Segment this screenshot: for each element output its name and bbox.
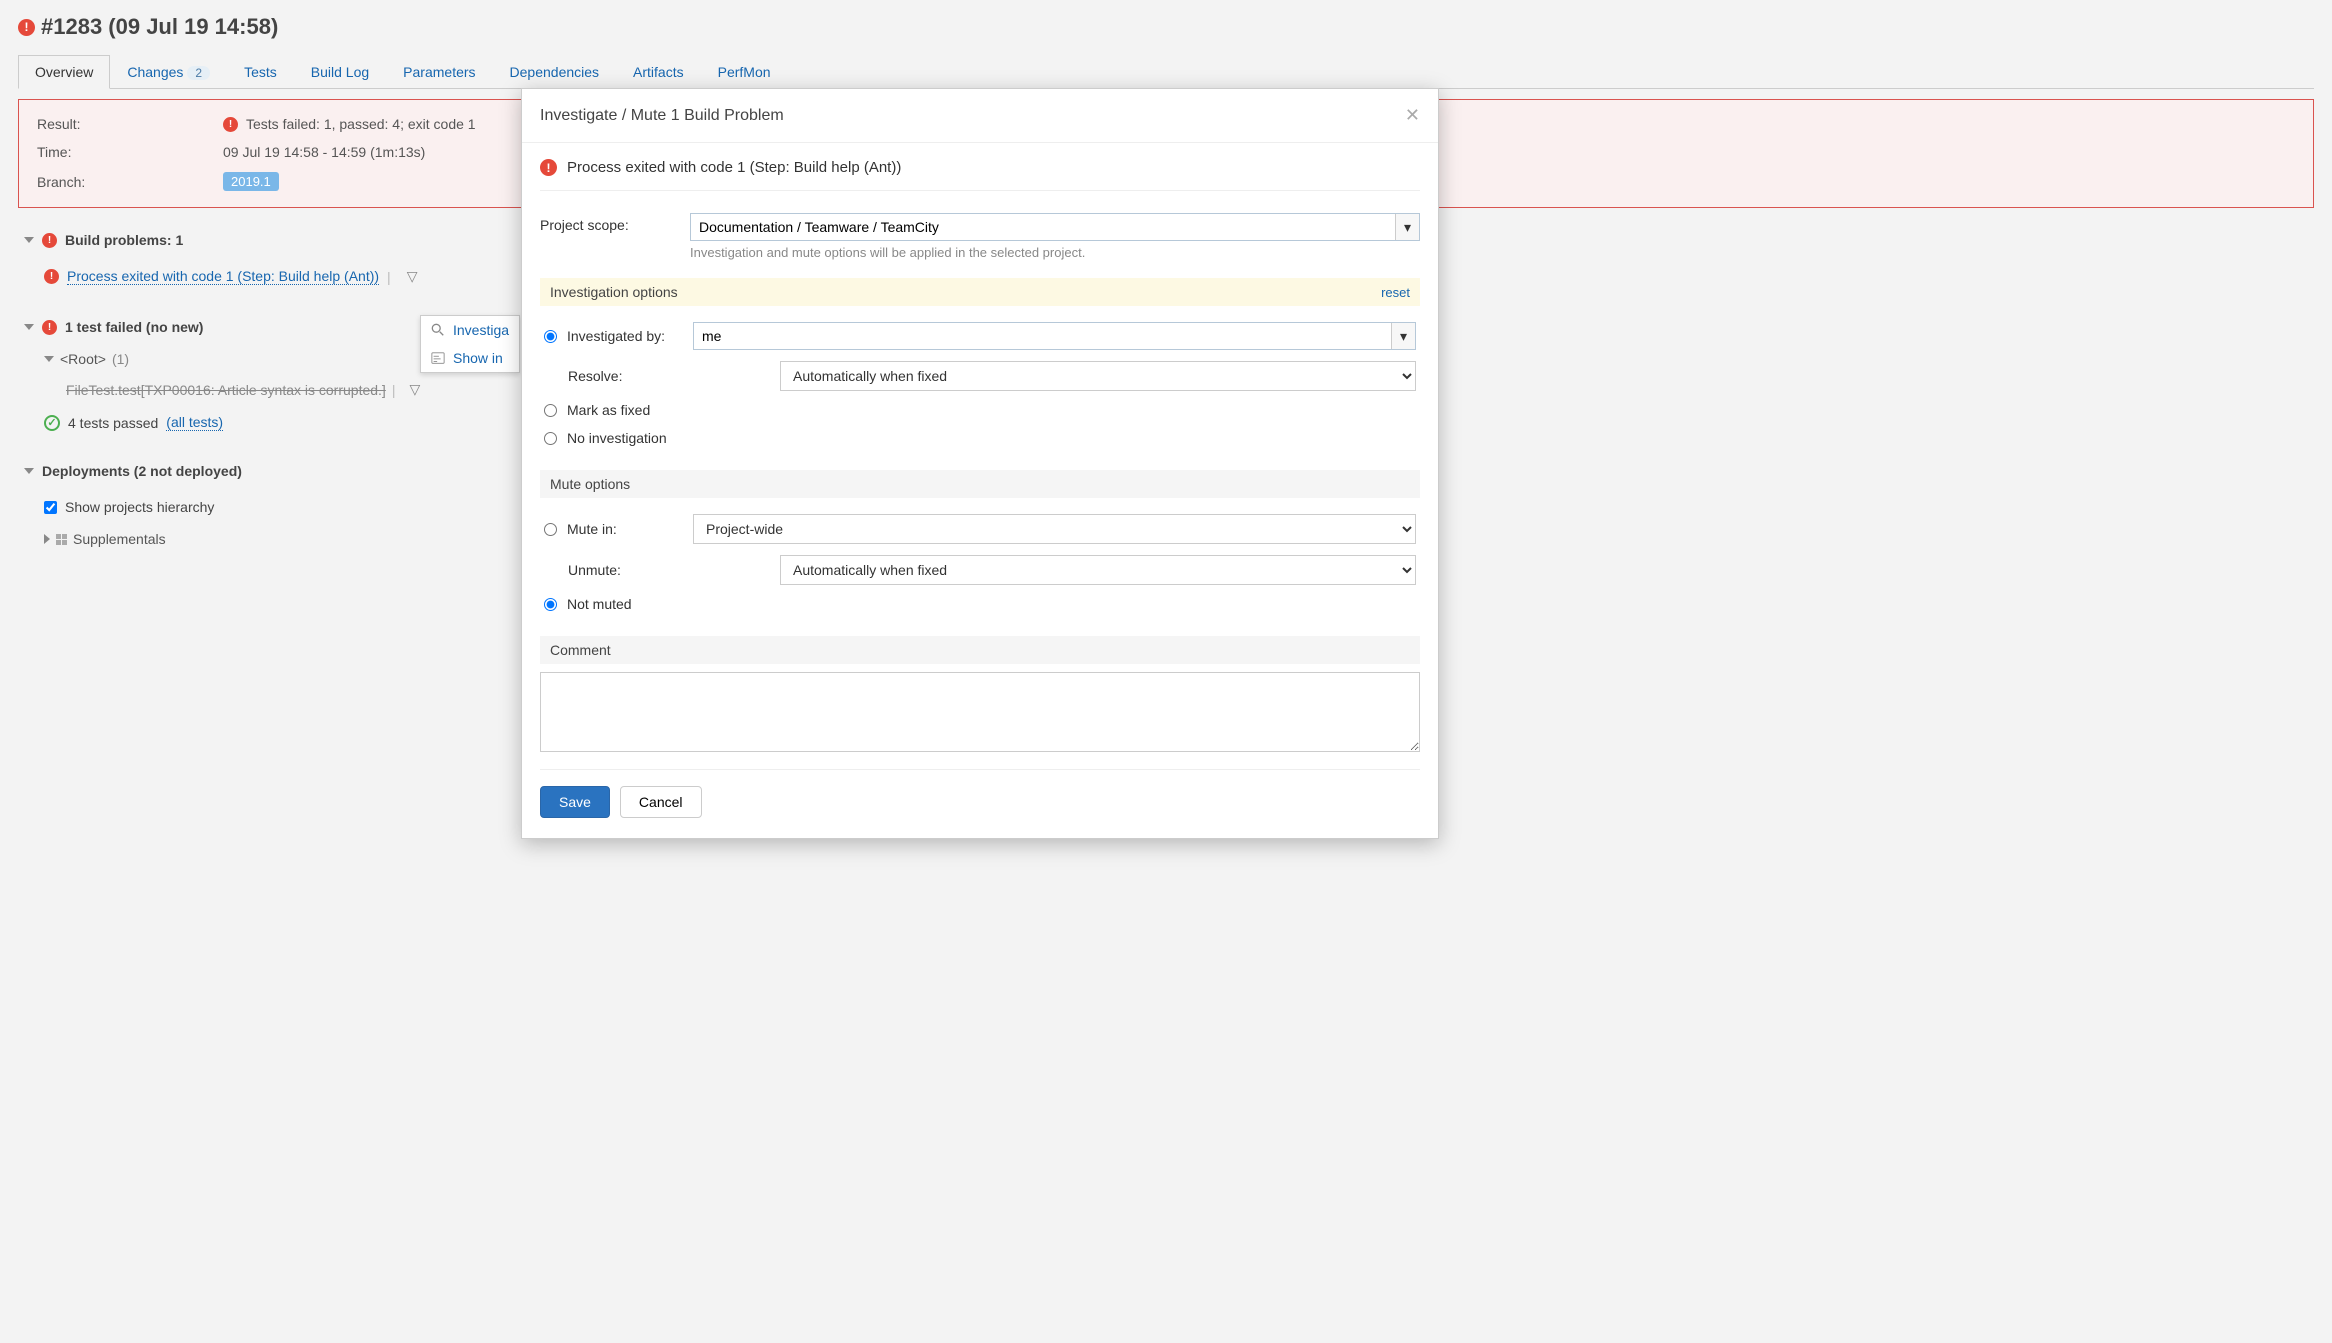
investigate-mute-dialog: Investigate / Mute 1 Build Problem ✕ ! P… xyxy=(521,88,1439,839)
error-icon: ! xyxy=(42,233,57,248)
build-title: ! #1283 (09 Jul 19 14:58) xyxy=(18,14,2314,40)
reset-link[interactable]: reset xyxy=(1381,285,1410,300)
caret-down-icon xyxy=(24,468,34,474)
caret-right-icon[interactable] xyxy=(44,534,50,544)
resolve-label: Resolve: xyxy=(568,368,694,384)
tab-artifacts[interactable]: Artifacts xyxy=(616,55,701,89)
comment-textarea[interactable] xyxy=(540,672,1420,752)
search-icon xyxy=(431,323,445,337)
caret-down-icon xyxy=(24,324,34,330)
not-muted-radio[interactable] xyxy=(544,598,557,611)
test-menu-toggle[interactable]: ▽ xyxy=(405,379,424,400)
project-scope-label: Project scope: xyxy=(540,213,690,233)
close-icon[interactable]: ✕ xyxy=(1405,105,1420,126)
error-icon: ! xyxy=(540,159,557,176)
chevron-down-icon[interactable]: ▾ xyxy=(1395,214,1419,240)
project-scope-select[interactable]: ▾ xyxy=(690,213,1420,241)
stacktrace-icon xyxy=(431,351,445,365)
all-tests-link[interactable]: (all tests) xyxy=(166,414,223,431)
tab-tests[interactable]: Tests xyxy=(227,55,294,89)
project-icon xyxy=(56,534,67,545)
resolve-select[interactable]: Automatically when fixed xyxy=(780,361,1416,391)
tab-build-log[interactable]: Build Log xyxy=(294,55,386,89)
tab-changes[interactable]: Changes2 xyxy=(110,55,227,89)
investigated-by-radio[interactable] xyxy=(544,330,557,343)
caret-down-icon xyxy=(24,237,34,243)
not-muted-label: Not muted xyxy=(567,596,632,612)
no-investigation-label: No investigation xyxy=(567,430,667,446)
dialog-problem-text: Process exited with code 1 (Step: Build … xyxy=(567,159,901,176)
root-count: (1) xyxy=(112,351,129,367)
time-value: 09 Jul 19 14:58 - 14:59 (1m:13s) xyxy=(223,144,425,160)
error-icon: ! xyxy=(44,269,59,284)
chevron-down-icon[interactable]: ▾ xyxy=(1391,323,1415,349)
tab-dependencies[interactable]: Dependencies xyxy=(493,55,617,89)
popup-investigate[interactable]: Investiga xyxy=(421,316,519,344)
error-icon: ! xyxy=(18,19,35,36)
build-problem-link[interactable]: Process exited with code 1 (Step: Build … xyxy=(67,268,379,285)
mute-options-header: Mute options xyxy=(540,470,1420,498)
tab-overview[interactable]: Overview xyxy=(18,55,110,89)
problem-menu-toggle[interactable]: ▽ xyxy=(403,266,422,287)
project-scope-hint: Investigation and mute options will be a… xyxy=(690,245,1420,260)
branch-label: Branch: xyxy=(37,174,223,190)
investigated-by-select[interactable]: ▾ xyxy=(693,322,1416,350)
error-icon: ! xyxy=(223,117,238,132)
tab-parameters[interactable]: Parameters xyxy=(386,55,492,89)
unmute-select[interactable]: Automatically when fixed xyxy=(780,555,1416,585)
cancel-button[interactable]: Cancel xyxy=(620,786,702,818)
caret-down-icon[interactable] xyxy=(44,356,54,362)
mute-in-label: Mute in: xyxy=(567,521,683,537)
problem-action-popup: Investiga Show in xyxy=(420,315,520,373)
check-icon: ✓ xyxy=(44,415,60,431)
unmute-label: Unmute: xyxy=(568,562,694,578)
tests-passed-text: 4 tests passed xyxy=(68,415,158,431)
mark-as-fixed-radio[interactable] xyxy=(544,404,557,417)
time-label: Time: xyxy=(37,144,223,160)
save-button[interactable]: Save xyxy=(540,786,610,818)
build-title-text: #1283 (09 Jul 19 14:58) xyxy=(41,14,278,40)
result-value: Tests failed: 1, passed: 4; exit code 1 xyxy=(246,116,476,132)
mute-in-radio[interactable] xyxy=(544,523,557,536)
popup-show-in[interactable]: Show in xyxy=(421,344,519,372)
error-icon: ! xyxy=(42,320,57,335)
failed-test-name[interactable]: FileTest.test[TXP00016: Article syntax i… xyxy=(66,382,386,398)
show-hierarchy-checkbox[interactable] xyxy=(44,501,57,514)
deployments-title: Deployments (2 not deployed) xyxy=(42,463,242,479)
tab-perfmon[interactable]: PerfMon xyxy=(701,55,788,89)
investigated-by-input[interactable] xyxy=(694,323,1391,349)
build-problems-title: Build problems: 1 xyxy=(65,232,183,248)
branch-chip[interactable]: 2019.1 xyxy=(223,172,279,191)
tabs-bar: Overview Changes2 Tests Build Log Parame… xyxy=(18,54,2314,89)
dialog-title: Investigate / Mute 1 Build Problem xyxy=(540,107,784,125)
result-label: Result: xyxy=(37,116,223,132)
show-hierarchy-label: Show projects hierarchy xyxy=(65,499,214,515)
investigated-by-label: Investigated by: xyxy=(567,328,683,344)
tests-failed-title: 1 test failed (no new) xyxy=(65,319,203,335)
changes-count-badge: 2 xyxy=(187,66,210,80)
root-label: <Root> xyxy=(60,351,106,367)
no-investigation-radio[interactable] xyxy=(544,432,557,445)
project-scope-input[interactable] xyxy=(691,214,1395,240)
supplementals-label[interactable]: Supplementals xyxy=(73,531,166,547)
investigation-options-header: Investigation options reset xyxy=(540,278,1420,306)
mark-as-fixed-label: Mark as fixed xyxy=(567,402,650,418)
comment-header: Comment xyxy=(540,636,1420,664)
mute-in-select[interactable]: Project-wide xyxy=(693,514,1416,544)
